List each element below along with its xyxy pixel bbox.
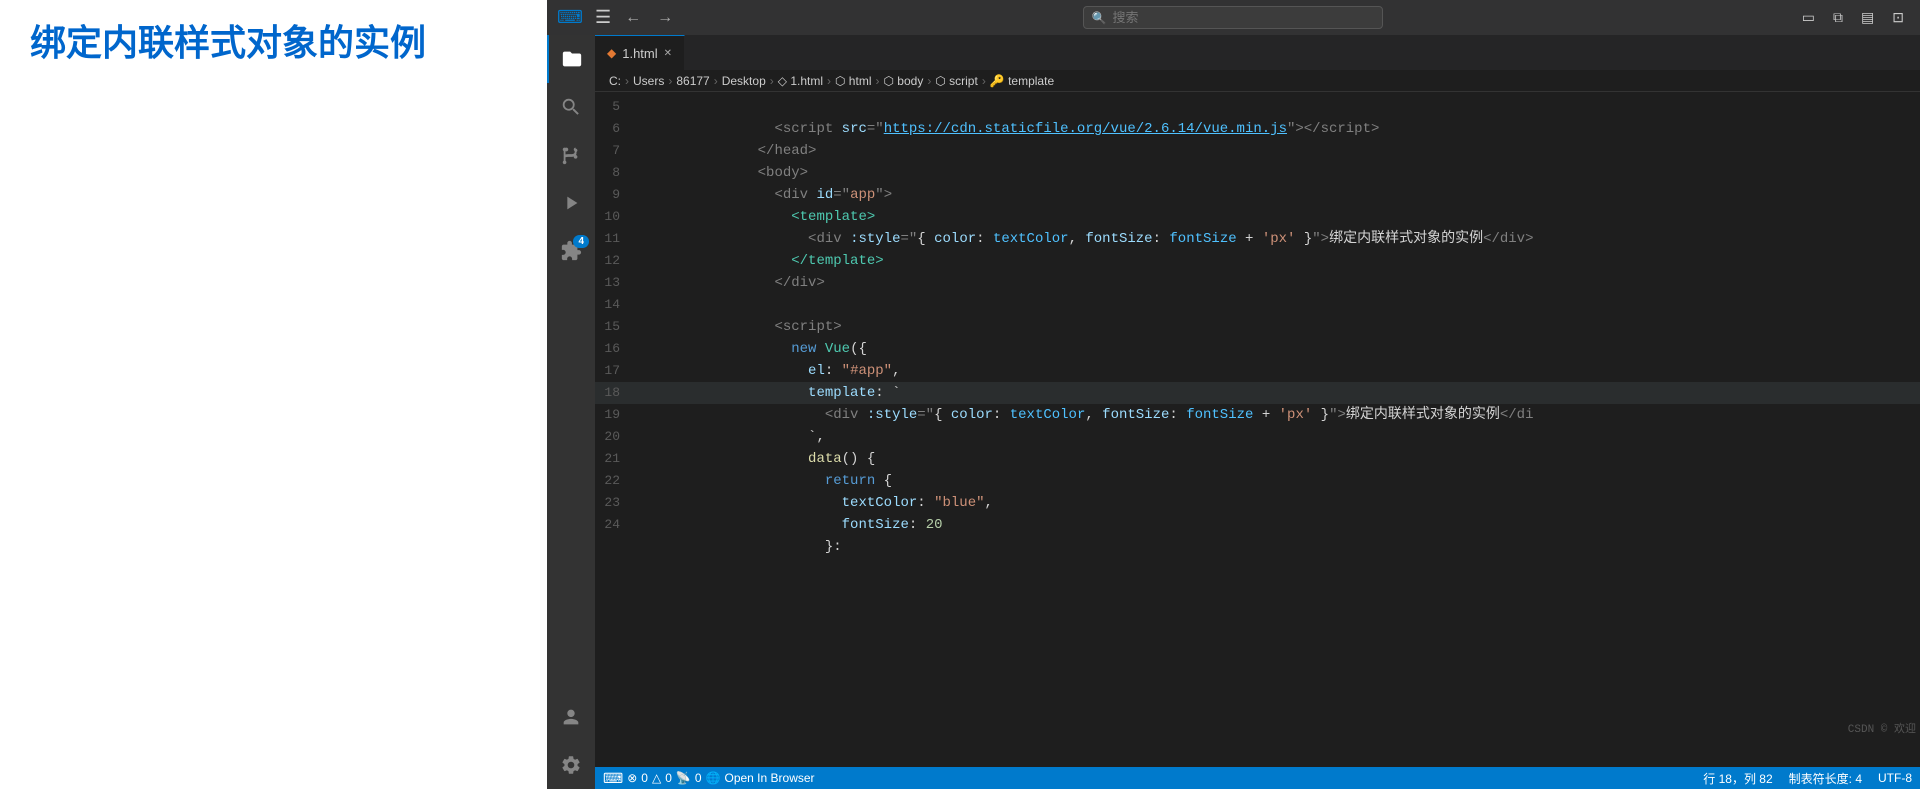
tabbar: ◆ 1.html ✕ bbox=[595, 35, 1920, 70]
errors-status[interactable]: ⊗ 0 △ 0 bbox=[627, 771, 672, 785]
titlebar: ⌨ ☰ ← → 🔍 ▭ ⧉ ▤ ⊡ bbox=[547, 0, 1920, 35]
code-line-14: 14 <script> bbox=[595, 294, 1920, 316]
open-in-browser-status[interactable]: 🌐 Open In Browser bbox=[706, 771, 815, 785]
search-wrapper: 🔍 bbox=[1083, 6, 1383, 29]
back-button[interactable]: ← bbox=[619, 7, 647, 29]
vscode-icon-status: ⌨ bbox=[603, 770, 623, 787]
sidebar-item-explorer[interactable] bbox=[547, 35, 595, 83]
layout-icon-4[interactable]: ⊡ bbox=[1886, 7, 1910, 28]
encoding[interactable]: UTF-8 bbox=[1878, 770, 1912, 787]
code-editor[interactable]: 5 <script src="https://cdn.staticfile.or… bbox=[595, 92, 1920, 767]
error-icon: ⊗ bbox=[627, 771, 637, 785]
layout-icon-3[interactable]: ▤ bbox=[1855, 7, 1880, 28]
code-line-24: 24 }: bbox=[595, 514, 1920, 536]
sidebar-item-run[interactable] bbox=[547, 179, 595, 227]
code-line-9: 9 <template> bbox=[595, 184, 1920, 206]
warning-count: 0 bbox=[665, 771, 672, 785]
statusbar: ⌨ ⊗ 0 △ 0 📡 0 🌐 Open In Browser bbox=[595, 767, 1920, 789]
sidebar-item-settings[interactable] bbox=[547, 741, 595, 789]
code-line-21: 21 return { bbox=[595, 448, 1920, 470]
open-browser-label: Open In Browser bbox=[724, 771, 814, 785]
page-title: 绑定内联样式对象的实例 bbox=[30, 20, 426, 67]
hamburger-menu-icon[interactable]: ☰ bbox=[595, 7, 611, 28]
code-line-5: 5 <script src="https://cdn.staticfile.or… bbox=[595, 96, 1920, 118]
tab-size[interactable]: 制表符长度: 4 bbox=[1789, 770, 1862, 787]
extensions-badge: 4 bbox=[573, 235, 589, 248]
search-icon: 🔍 bbox=[1091, 11, 1106, 25]
sidebar-item-source-control[interactable] bbox=[547, 131, 595, 179]
globe-icon: 🌐 bbox=[706, 771, 721, 785]
error-count: 0 bbox=[641, 771, 648, 785]
html-file-icon: ◆ bbox=[607, 46, 616, 60]
code-line-17: 17 template: ` bbox=[595, 360, 1920, 382]
tab-1html[interactable]: ◆ 1.html ✕ bbox=[595, 35, 685, 70]
window-controls: ▭ ⧉ ▤ ⊡ bbox=[1796, 7, 1910, 28]
forward-button[interactable]: → bbox=[651, 7, 679, 29]
code-line-15: 15 new Vue({ bbox=[595, 316, 1920, 338]
code-line-16: 16 el: "#app", bbox=[595, 338, 1920, 360]
code-line-22: 22 textColor: "blue", bbox=[595, 470, 1920, 492]
layout-icon-1[interactable]: ▭ bbox=[1796, 7, 1821, 28]
nav-arrows: ← → bbox=[619, 7, 679, 29]
sidebar-item-extensions[interactable]: 4 bbox=[547, 227, 595, 275]
ports-status[interactable]: 📡 0 bbox=[676, 771, 702, 785]
sidebar-item-search[interactable] bbox=[547, 83, 595, 131]
code-line-18: 18 <div :style="{ color: textColor, font… bbox=[595, 382, 1920, 404]
layout-icon-2[interactable]: ⧉ bbox=[1827, 7, 1849, 28]
watermark: CSDN © 欢迎 bbox=[1848, 719, 1916, 741]
sidebar-item-account[interactable] bbox=[547, 693, 595, 741]
vscode-editor: ⌨ ☰ ← → 🔍 ▭ ⧉ ▤ ⊡ bbox=[547, 0, 1920, 789]
tab-label: 1.html bbox=[622, 46, 657, 61]
code-line-8: 8 <div id="app"> bbox=[595, 162, 1920, 184]
left-title-area: 绑定内联样式对象的实例 bbox=[0, 0, 540, 789]
statusbar-right: 行 18，列 82 制表符长度: 4 UTF-8 bbox=[1703, 770, 1912, 787]
tab-close-button[interactable]: ✕ bbox=[664, 48, 672, 59]
vscode-logo-icon: ⌨ bbox=[557, 7, 583, 28]
statusbar-left: ⌨ ⊗ 0 △ 0 📡 0 🌐 Open In Browser bbox=[603, 770, 815, 787]
warning-icon: △ bbox=[652, 771, 661, 785]
antenna-icon: 📡 bbox=[676, 771, 691, 785]
breadcrumb: C: › Users › 86177 › Desktop › ◇ 1.html … bbox=[595, 70, 1920, 92]
cursor-position[interactable]: 行 18，列 82 bbox=[1703, 770, 1772, 787]
search-input[interactable] bbox=[1083, 6, 1383, 29]
code-line-10: 10 <div :style="{ color: textColor, font… bbox=[595, 206, 1920, 228]
ports-count: 0 bbox=[695, 771, 702, 785]
titlebar-center: 🔍 bbox=[687, 6, 1780, 29]
activity-bar: 4 bbox=[547, 35, 595, 789]
code-line-23: 23 fontSize: 20 bbox=[595, 492, 1920, 514]
editor-main: 4 ◆ 1.html ✕ C: › bbox=[547, 35, 1920, 789]
